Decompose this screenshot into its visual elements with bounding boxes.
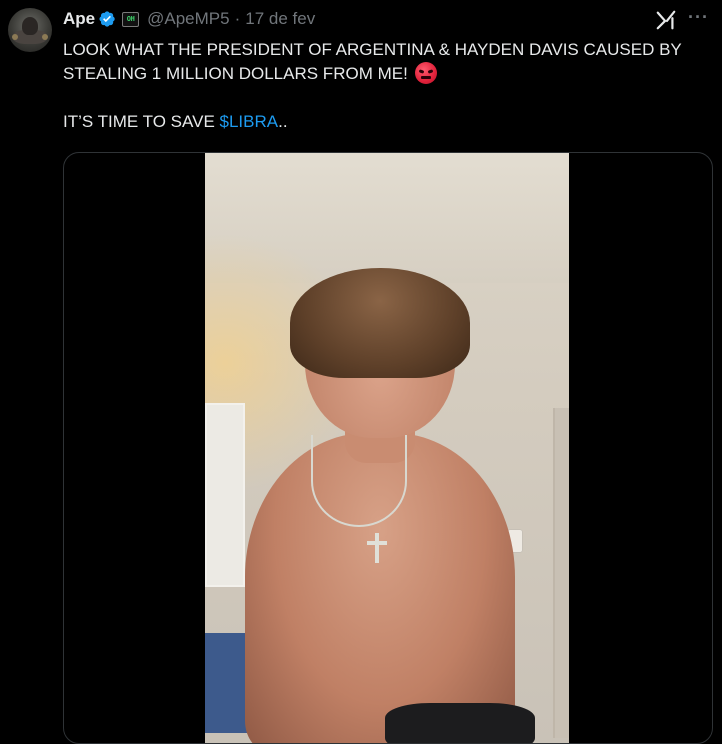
affiliate-badge[interactable]: OH (122, 11, 140, 27)
header-separator: · (234, 9, 241, 28)
video-person-chain (311, 435, 407, 527)
tweet-text-suffix: .. (278, 112, 288, 131)
author-avatar[interactable] (8, 8, 52, 52)
tweet-text-main: LOOK WHAT THE PRESIDENT OF ARGENTINA & H… (63, 40, 682, 83)
avatar-figure (22, 17, 38, 35)
tweet-text-line1: LOOK WHAT THE PRESIDENT OF ARGENTINA & H… (63, 38, 703, 86)
video-frame[interactable] (205, 153, 569, 743)
angry-face-emoji (414, 62, 437, 84)
tweet-text-prefix: IT’S TIME TO SAVE (63, 112, 220, 131)
tweet-text: LOOK WHAT THE PRESIDENT OF ARGENTINA & H… (63, 38, 703, 134)
tweet-header: Ape OH @ApeMP5 · 17 de fev (63, 8, 315, 30)
video-person-hair (290, 268, 470, 378)
cashtag-link[interactable]: $LIBRA (220, 112, 279, 131)
grok-icon[interactable] (655, 9, 677, 31)
author-handle[interactable]: @ApeMP5 (147, 9, 229, 29)
video-scene-door (205, 403, 245, 587)
author-name[interactable]: Ape (63, 9, 95, 29)
affiliate-badge-text: OH (126, 15, 135, 23)
video-person-cross (367, 541, 387, 545)
tweet-date[interactable]: 17 de fev (245, 9, 315, 29)
video-scene-doorframe (553, 408, 569, 738)
avatar-detail (12, 34, 18, 40)
more-icon[interactable]: ··· (688, 7, 709, 28)
avatar-detail (42, 34, 48, 40)
video-person-cross (375, 533, 379, 563)
tweet-text-line2: IT’S TIME TO SAVE $LIBRA.. (63, 110, 703, 134)
video-person-shorts (385, 703, 535, 743)
verified-badge-icon[interactable] (98, 10, 116, 28)
video-player[interactable] (63, 152, 713, 744)
